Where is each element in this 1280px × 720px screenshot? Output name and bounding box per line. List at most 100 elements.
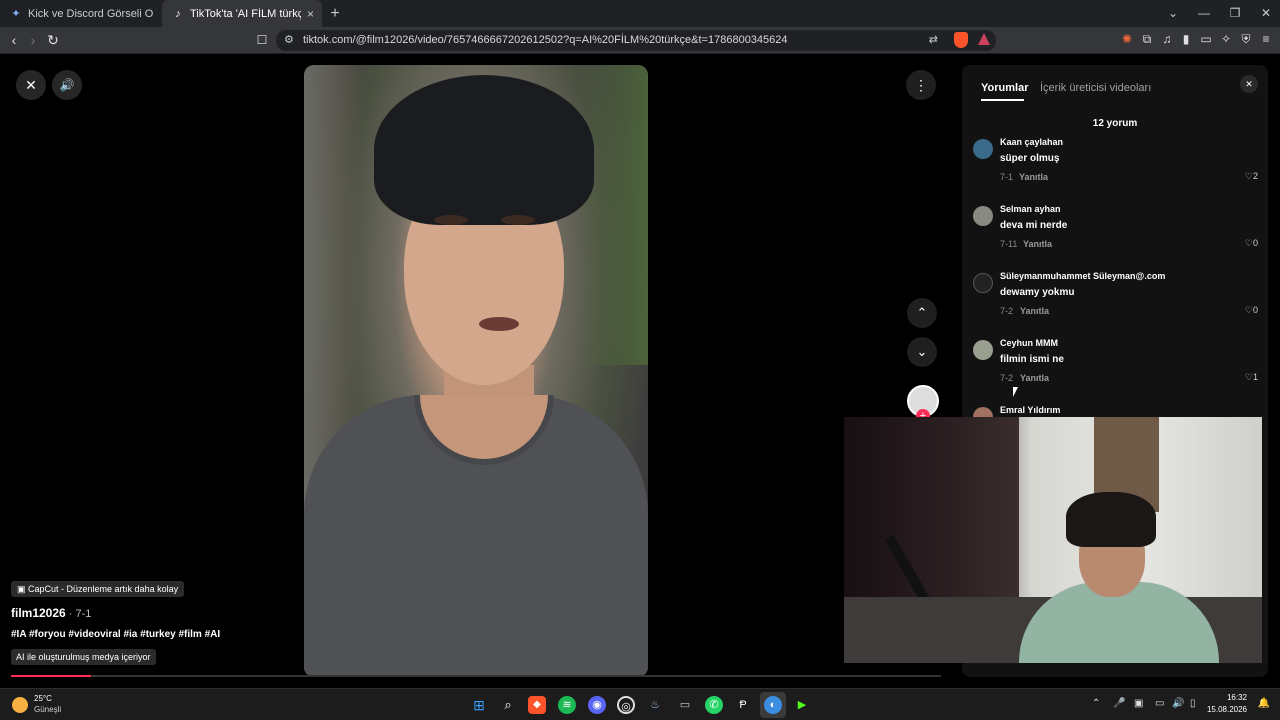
puzzle-icon[interactable]: ⧉ <box>1140 32 1154 46</box>
comment-username[interactable]: Ceyhun MMM <box>1000 338 1058 348</box>
epic-games-icon[interactable]: Ᵽ <box>734 696 752 714</box>
url-text[interactable]: tiktok.com/@film12026/video/765746666720… <box>303 34 788 46</box>
comment-username[interactable]: Kaan çaylahan <box>1000 137 1063 147</box>
app-icon[interactable]: ◐ <box>764 696 782 714</box>
video-subject-mouth <box>479 317 519 331</box>
search-icon[interactable]: ⌕ <box>499 696 517 714</box>
translate-icon[interactable]: ⇄ <box>929 33 938 46</box>
tray-expand-icon[interactable]: ⌃ <box>1092 698 1100 709</box>
speaker-icon[interactable]: 🔊 <box>1172 698 1184 709</box>
tab-list-button[interactable]: ⌄ <box>1159 0 1187 27</box>
like-button[interactable]: ♡0 <box>1245 238 1258 249</box>
tab-creator-videos[interactable]: İçerik üreticisi videoları <box>1040 82 1151 94</box>
comment-username[interactable]: Süleymanmuhammet Süleyman@.com <box>1000 271 1165 281</box>
reply-button[interactable]: Yanıtla <box>1023 239 1052 249</box>
reply-button[interactable]: Yanıtla <box>1019 172 1048 182</box>
weather-sun-icon[interactable] <box>12 697 28 713</box>
reply-button[interactable]: Yanıtla <box>1020 373 1049 383</box>
tab-comments[interactable]: Yorumlar <box>981 82 1028 94</box>
leo-ai-icon[interactable]: ✧ <box>1219 32 1233 46</box>
battery-icon[interactable]: ▯ <box>1190 698 1196 709</box>
new-tab-button[interactable]: + <box>322 0 348 27</box>
vpn-shield-icon[interactable]: ⛨ <box>1239 32 1253 46</box>
close-video-button[interactable]: ✕ <box>16 70 46 100</box>
weather-description[interactable]: Güneşli <box>34 705 61 714</box>
steam-icon[interactable]: ♨ <box>646 696 664 714</box>
address-bar[interactable]: ⚙ tiktok.com/@film12026/video/7657466667… <box>276 30 996 51</box>
tab-kick-discord[interactable]: ✦ Kick ve Discord Görseli Oluşturma - <box>0 0 162 27</box>
site-info-icon[interactable]: ⚙ <box>284 33 294 46</box>
comment-count: 12 yorum <box>1092 118 1138 129</box>
previous-video-button[interactable]: ⌃ <box>907 298 937 328</box>
notification-icon[interactable]: 🔔 <box>1258 698 1270 709</box>
window-controls: ⌄ — ❐ ✕ <box>1156 0 1280 27</box>
brave-browser-icon[interactable]: ◆ <box>528 696 546 714</box>
comment-username[interactable]: Selman ayhan <box>1000 204 1061 214</box>
brave-rewards-icon[interactable] <box>978 33 990 45</box>
comment-text: filmin ismi ne <box>1000 354 1064 365</box>
restore-button[interactable]: ❐ <box>1221 0 1249 27</box>
webcam-person-hair <box>1066 492 1156 547</box>
video-progress-fill <box>11 675 91 677</box>
windows-start-icon[interactable]: ⊞ <box>470 696 488 714</box>
avatar[interactable] <box>973 340 993 360</box>
tab-tiktok-active[interactable]: ♪ TikTok'ta 'AI FİLM türkçe' bul × <box>162 0 322 27</box>
discord-icon[interactable]: ◉ <box>588 696 606 714</box>
sidebar-icon[interactable]: ▮ <box>1179 32 1193 46</box>
music-icon[interactable]: ♫ <box>1160 32 1174 46</box>
author-name[interactable]: film12026 <box>11 606 66 620</box>
comment-username[interactable]: Emral Yıldırım <box>1000 405 1060 415</box>
terminal-icon[interactable]: ▭ <box>676 696 694 714</box>
obs-icon[interactable]: ◎ <box>617 696 635 714</box>
brave-shield-icon[interactable] <box>954 32 968 48</box>
ai-content-label: AI ile oluşturulmuş medya içeriyor <box>11 649 156 665</box>
tray-app-icon[interactable]: ▣ <box>1134 698 1143 709</box>
comment-text: süper olmuş <box>1000 153 1060 164</box>
capcut-icon: ▣ <box>17 584 29 594</box>
whatsapp-icon[interactable]: ✆ <box>705 696 723 714</box>
like-button[interactable]: ♡1 <box>1245 372 1258 383</box>
video-subject-eye-left <box>434 215 468 225</box>
tab-title: TikTok'ta 'AI FİLM türkçe' bul <box>190 7 301 20</box>
avatar[interactable] <box>973 273 993 293</box>
mouse-cursor <box>1013 387 1018 397</box>
video-author[interactable]: film12026 · 7-1 <box>11 606 91 620</box>
clock-date[interactable]: 15.08.2026 <box>1207 705 1247 714</box>
window-close-button[interactable]: ✕ <box>1252 0 1280 27</box>
avatar[interactable] <box>973 139 993 159</box>
network-icon[interactable]: ▭ <box>1155 698 1164 709</box>
forward-arrow-icon[interactable]: › <box>24 31 42 49</box>
minimize-button[interactable]: — <box>1190 0 1218 27</box>
comment-date: 7-1 <box>1000 172 1014 182</box>
back-arrow-icon[interactable]: ‹ <box>5 31 23 49</box>
browser-tab-bar: ✦ Kick ve Discord Görseli Oluşturma - ♪ … <box>0 0 1280 27</box>
comment-text: dewamy yokmu <box>1000 287 1075 298</box>
like-button[interactable]: ♡2 <box>1245 171 1258 182</box>
volume-button[interactable]: 🔊 <box>52 70 82 100</box>
reload-icon[interactable]: ↻ <box>44 31 62 49</box>
weather-temperature[interactable]: 25°C <box>34 694 52 703</box>
wallet-icon[interactable]: ▭ <box>1199 32 1213 46</box>
comment-item: Selman ayhan deva mi nerde 7-11 Yanıtla … <box>973 204 1258 264</box>
capcut-badge[interactable]: ▣ CapCut - Düzenleme artık daha kolay <box>11 581 185 597</box>
extension-icon[interactable]: ✺ <box>1120 32 1134 46</box>
menu-icon[interactable]: ≡ <box>1259 32 1273 46</box>
more-options-button[interactable]: ⋮ <box>906 70 936 100</box>
gemini-sparkle-icon: ✦ <box>11 7 21 20</box>
next-video-button[interactable]: ⌄ <box>907 337 937 367</box>
clock-time[interactable]: 16:32 <box>1227 693 1247 702</box>
tab-close-icon[interactable]: × <box>307 7 314 21</box>
video-player[interactable] <box>304 65 648 677</box>
comment-item: Kaan çaylahan süper olmuş 7-1 Yanıtla ♡2 <box>973 137 1258 197</box>
video-progress-bar[interactable] <box>11 675 941 677</box>
video-hashtags[interactable]: #IA #foryou #videoviral #ia #turkey #fil… <box>11 629 220 640</box>
spotify-icon[interactable]: ≋ <box>558 696 576 714</box>
tab-active-indicator <box>981 99 1024 101</box>
close-panel-button[interactable]: ✕ <box>1240 75 1258 93</box>
bookmark-icon[interactable]: ☐ <box>253 31 271 49</box>
microphone-icon[interactable]: 🎤 <box>1113 698 1125 709</box>
reply-button[interactable]: Yanıtla <box>1020 306 1049 316</box>
like-button[interactable]: ♡0 <box>1245 305 1258 316</box>
kick-icon[interactable]: ▶ <box>793 696 811 714</box>
avatar[interactable] <box>973 206 993 226</box>
